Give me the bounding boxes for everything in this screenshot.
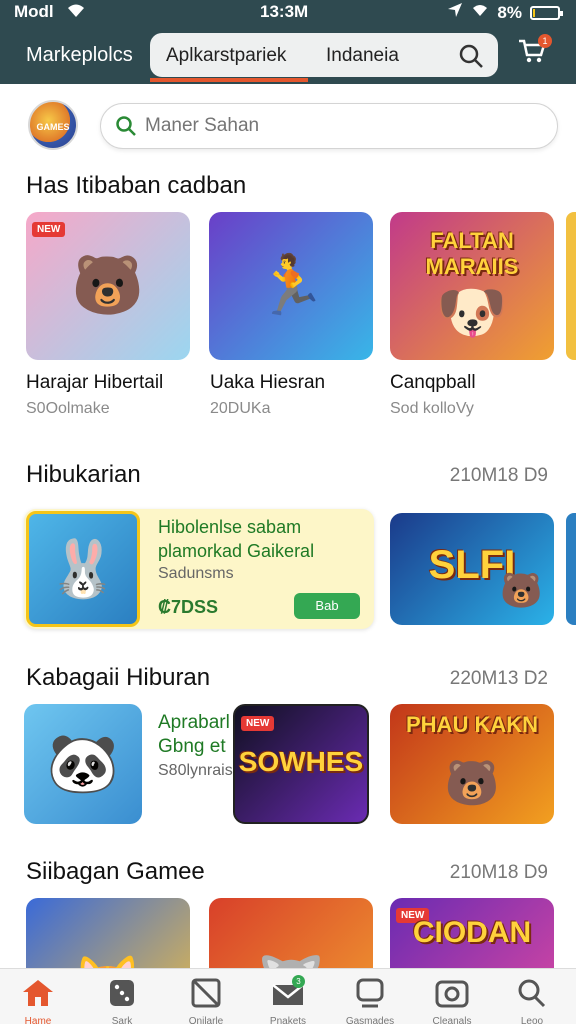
location-icon — [447, 2, 463, 23]
nav-chat[interactable]: Gasmades — [334, 969, 406, 1024]
status-bar: Modl 13:3M 8% — [0, 0, 576, 26]
pink-bunny-icon: 🐰 — [48, 537, 118, 600]
game-subtitle: S0Oolmake — [26, 400, 110, 417]
new-badge: NEW — [241, 716, 275, 731]
clock: 13:3M — [260, 2, 309, 21]
featured-thumbnail: 🐰 — [26, 511, 140, 627]
game-card[interactable]: PHAU KAKN 🐻 — [390, 704, 554, 824]
card-banner: FALTAN MARAIIS — [425, 228, 519, 279]
card-banner: CIODAN — [412, 916, 532, 949]
cart-badge: 1 — [538, 34, 552, 48]
nav-label: Pnakets — [269, 1016, 307, 1024]
bear-character-icon: 🐻 — [71, 253, 145, 318]
nav-label: Onilarle — [188, 1016, 224, 1024]
nav-label: Sark — [111, 1016, 133, 1024]
next-card-peek — [566, 212, 576, 360]
camera-icon — [434, 977, 470, 1014]
search-bar[interactable] — [100, 103, 558, 149]
runner-game-icon: 🏃 — [254, 253, 328, 318]
nav-apps[interactable]: Onilarle — [170, 969, 242, 1024]
game-title[interactable]: Harajar Hibertail — [26, 372, 163, 394]
status-right: 8% — [447, 2, 563, 23]
section-title: Has Itibaban cadban — [26, 172, 247, 199]
nav-label: Cleanals — [432, 1016, 472, 1024]
game-text-line: Gbng et — [158, 736, 226, 757]
brand-title[interactable]: Markeplolcs — [26, 44, 133, 67]
new-badge: NEW — [32, 222, 66, 237]
game-text-line: S80lynrais — [158, 762, 233, 779]
game-card[interactable]: 🐼 — [24, 704, 142, 824]
game-card[interactable]: SLFI 🐻 — [390, 513, 554, 625]
nav-label: Gasmades — [345, 1016, 395, 1024]
section-meta[interactable]: 210M18 D9 — [450, 465, 548, 487]
signal-icon — [471, 2, 489, 23]
game-card[interactable]: NEW 🐻 — [26, 212, 190, 360]
bear-sailor-icon: 🐼 — [46, 731, 120, 796]
section-title: Kabagaii Hiburan — [26, 664, 211, 691]
cart-button[interactable]: 1 — [518, 34, 552, 69]
featured-price: ₡7DSS — [158, 597, 219, 617]
nav-camera[interactable]: Cleanals — [416, 969, 488, 1024]
dice-icon — [104, 977, 140, 1014]
game-text-line: Aprabarl — [158, 712, 230, 733]
featured-title-line2: plamorkad Gaikeral — [158, 541, 315, 561]
section-title: Hibukarian — [26, 461, 141, 488]
active-tab-indicator — [150, 78, 308, 82]
avatar[interactable]: GAMES — [28, 100, 78, 150]
chat-icon — [352, 977, 388, 1014]
bear-arcade-icon: 🐻 — [500, 572, 543, 611]
wifi-icon — [66, 1, 86, 24]
search-input[interactable] — [145, 113, 525, 139]
tab-primary[interactable]: Aplkarstpariek — [166, 45, 286, 67]
search-icon — [115, 115, 137, 142]
game-title[interactable]: Uaka Hiesran — [210, 372, 325, 394]
game-title[interactable]: Canqpball — [390, 372, 476, 394]
apps-icon — [188, 977, 224, 1014]
game-card[interactable]: NEW SOWHES — [233, 704, 369, 824]
app-header: Markeplolcs Aplkarstpariek Indaneia 1 — [0, 26, 576, 84]
card-banner: SOWHES — [238, 746, 364, 777]
nav-dice[interactable]: Sark — [86, 969, 158, 1024]
battery-icon — [530, 5, 563, 20]
app-screen: Modl 13:3M 8% Markeplolcs Aplkarstpariek… — [0, 0, 576, 1024]
search-icon[interactable] — [458, 43, 484, 74]
nav-label: Hame — [24, 1016, 52, 1024]
game-subtitle: Sod kolloVy — [390, 400, 474, 417]
bear-squad-icon: 🐻 — [444, 759, 500, 809]
bottom-navigation: Hame Sark Onilarle 3 Pnakets Gasmades Cl… — [0, 968, 576, 1024]
section-title: Siibagan Gamee — [26, 858, 205, 885]
tab-secondary[interactable]: Indaneia — [326, 45, 399, 67]
featured-game-card[interactable]: 🐰 Hibolenlse sabam plamorkad Gaikeral Sa… — [24, 509, 374, 629]
header-tab-bar: Aplkarstpariek Indaneia — [150, 33, 498, 77]
friends-characters-icon: 🐶 — [435, 279, 509, 345]
next-card-peek — [566, 513, 576, 625]
nav-mail[interactable]: 3 Pnakets — [252, 969, 324, 1024]
featured-subtitle: Sadunsms — [158, 565, 234, 582]
cart-icon — [518, 39, 546, 68]
home-icon — [20, 977, 56, 1014]
card-banner: PHAU KAKN — [406, 712, 538, 737]
carrier-label: Modl — [14, 2, 54, 21]
search-icon — [514, 977, 550, 1014]
section-meta[interactable]: 210M18 D9 — [450, 862, 548, 884]
game-card[interactable]: 🏃 — [209, 212, 373, 360]
featured-title-line1: Hibolenlse sabam — [158, 517, 302, 537]
game-card[interactable]: FALTAN MARAIIS 🐶 — [390, 212, 554, 360]
nav-label: Leoo — [520, 1016, 544, 1024]
featured-action-button[interactable]: Bab — [294, 593, 360, 619]
nav-badge: 3 — [292, 975, 305, 988]
nav-home[interactable]: Hame — [2, 969, 74, 1024]
battery-percent: 8% — [497, 2, 522, 22]
game-subtitle: 20DUKa — [210, 400, 271, 417]
nav-search[interactable]: Leoo — [496, 969, 568, 1024]
section-meta[interactable]: 220M13 D2 — [450, 668, 548, 690]
